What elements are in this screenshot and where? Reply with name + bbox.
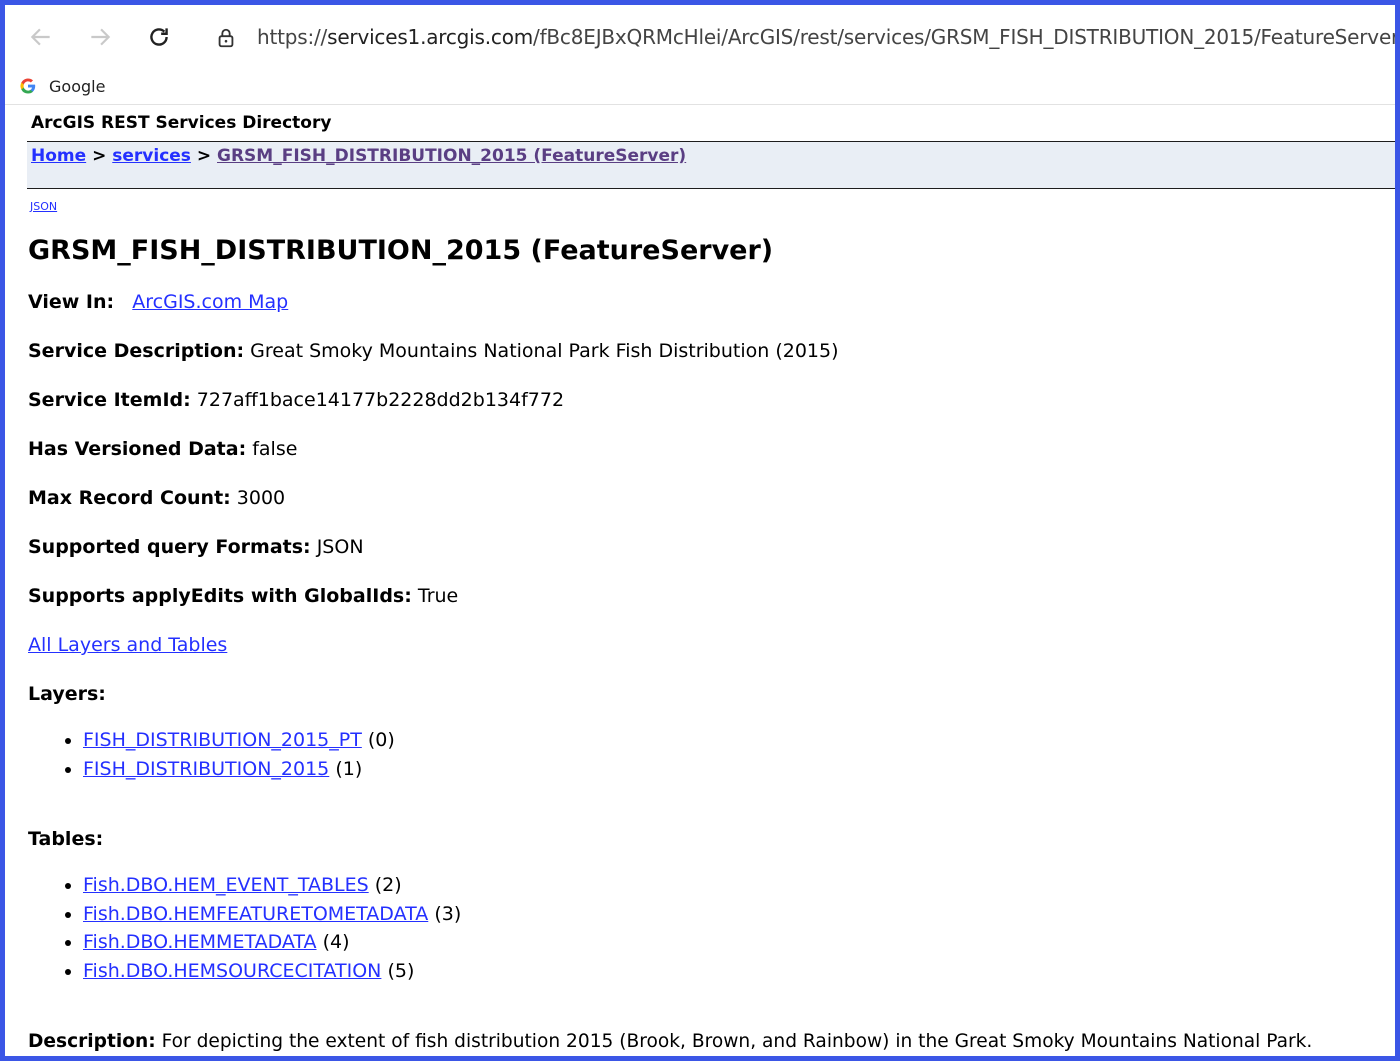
breadcrumb-home-link[interactable]: Home <box>31 146 86 166</box>
tables-list: Fish.DBO.HEM_EVENT_TABLES (2) Fish.DBO.H… <box>59 871 461 985</box>
breadcrumb-separator: > <box>190 146 218 166</box>
page-title: GRSM_FISH_DISTRIBUTION_2015 (FeatureServ… <box>28 235 774 266</box>
layer-id: (0) <box>367 729 395 751</box>
breadcrumb-services-link[interactable]: services <box>112 146 191 166</box>
table-id: (2) <box>374 874 402 896</box>
list-item: Fish.DBO.HEM_EVENT_TABLES (2) <box>59 871 461 900</box>
layer-link[interactable]: FISH_DISTRIBUTION_2015_PT <box>83 729 362 751</box>
url-host: services1.arcgis.com <box>327 25 534 49</box>
service-itemid-label: Service ItemId: <box>28 389 191 411</box>
description-label: Description: <box>28 1031 156 1052</box>
lock-icon[interactable] <box>215 27 237 49</box>
browser-toolbar: https://services1.arcgis.com/fBc8EJBxQRM… <box>5 5 1395 69</box>
json-link[interactable]: JSON <box>30 200 57 213</box>
forward-button[interactable] <box>82 19 118 55</box>
apply-edits-value: True <box>417 585 459 607</box>
all-layers-row: All Layers and Tables <box>28 634 227 656</box>
description-value: For depicting the extent of fish distrib… <box>161 1031 1313 1052</box>
breadcrumb-separator: > <box>86 146 113 166</box>
arcgis-map-link[interactable]: ArcGIS.com Map <box>132 291 288 313</box>
bookmark-label: Google <box>49 76 106 96</box>
bullet <box>65 738 71 744</box>
query-formats-row: Supported query Formats: JSON <box>28 536 364 558</box>
tables-heading: Tables: <box>28 828 104 850</box>
table-link[interactable]: Fish.DBO.HEMMETADATA <box>83 931 317 953</box>
breadcrumb: Home > services > GRSM_FISH_DISTRIBUTION… <box>31 146 686 166</box>
url-path: /fBc8EJBxQRMcHlei/ArcGIS/rest/services/G… <box>533 25 1400 49</box>
apply-edits-label: Supports applyEdits with GlobalIds: <box>28 585 412 607</box>
table-link[interactable]: Fish.DBO.HEM_EVENT_TABLES <box>83 874 369 896</box>
list-item: Fish.DBO.HEMMETADATA (4) <box>59 928 461 957</box>
list-item: FISH_DISTRIBUTION_2015 (1) <box>59 755 395 784</box>
view-in-row: View In: ArcGIS.com Map <box>28 291 288 313</box>
service-description-row: Service Description: Great Smoky Mountai… <box>28 340 839 362</box>
google-icon <box>20 78 36 94</box>
layer-link[interactable]: FISH_DISTRIBUTION_2015 <box>83 758 329 780</box>
window-frame: https://services1.arcgis.com/fBc8EJBxQRM… <box>0 0 1400 1061</box>
service-itemid-row: Service ItemId: 727aff1bace14177b2228dd2… <box>28 389 564 411</box>
list-item: FISH_DISTRIBUTION_2015_PT (0) <box>59 726 395 755</box>
bullet <box>65 940 71 946</box>
apply-edits-row: Supports applyEdits with GlobalIds: True <box>28 585 458 607</box>
bullet <box>65 883 71 889</box>
back-button[interactable] <box>23 19 59 55</box>
table-id: (3) <box>434 902 462 925</box>
max-record-label: Max Record Count: <box>28 487 231 509</box>
directory-title: ArcGIS REST Services Directory <box>31 113 332 133</box>
layers-list: FISH_DISTRIBUTION_2015_PT (0) FISH_DISTR… <box>59 726 395 783</box>
max-record-row: Max Record Count: 3000 <box>28 487 285 509</box>
arrow-right-icon <box>91 28 111 46</box>
view-in-label: View In: <box>28 291 115 313</box>
service-description-label: Service Description: <box>28 340 245 362</box>
reload-icon <box>150 28 168 46</box>
bullet <box>65 766 71 773</box>
bullet <box>65 911 71 918</box>
max-record-value: 3000 <box>236 487 286 509</box>
url-text[interactable]: https://services1.arcgis.com/fBc8EJBxQRM… <box>257 25 1400 49</box>
address-bar[interactable]: https://services1.arcgis.com/fBc8EJBxQRM… <box>195 14 1395 60</box>
table-link[interactable]: Fish.DBO.HEMSOURCECITATION <box>83 960 381 982</box>
breadcrumb-bar: Home > services > GRSM_FISH_DISTRIBUTION… <box>27 141 1395 189</box>
bookmark-google[interactable]: Google <box>19 73 105 99</box>
list-item: Fish.DBO.HEMFEATURETOMETADATA (3) <box>59 900 461 929</box>
versioned-data-row: Has Versioned Data: false <box>28 438 297 460</box>
description-row: Description: For depicting the extent of… <box>28 1031 1312 1052</box>
versioned-data-label: Has Versioned Data: <box>28 438 247 460</box>
service-description-value: Great Smoky Mountains National Park Fish… <box>250 340 839 362</box>
all-layers-tables-link[interactable]: All Layers and Tables <box>28 634 227 656</box>
url-scheme: https:// <box>257 25 328 49</box>
list-item: Fish.DBO.HEMSOURCECITATION (5) <box>59 957 461 986</box>
query-formats-label: Supported query Formats: <box>28 536 311 558</box>
page-content: ArcGIS REST Services Directory Home > se… <box>5 105 1395 1056</box>
service-itemid-value: 727aff1bace14177b2228dd2b134f772 <box>196 389 565 411</box>
bookmarks-bar: Google <box>5 69 1395 105</box>
table-link[interactable]: Fish.DBO.HEMFEATURETOMETADATA <box>83 903 428 925</box>
query-formats-value: JSON <box>316 536 364 558</box>
breadcrumb-current-link[interactable]: GRSM_FISH_DISTRIBUTION_2015 (FeatureServ… <box>217 146 686 166</box>
versioned-data-value: false <box>252 438 298 460</box>
layers-heading: Layers: <box>28 683 106 705</box>
table-id: (4) <box>322 931 350 953</box>
reload-button[interactable] <box>141 19 177 55</box>
bullet <box>65 968 71 975</box>
layer-id: (1) <box>335 757 363 780</box>
table-id: (5) <box>387 959 415 982</box>
arrow-left-icon <box>30 28 50 46</box>
